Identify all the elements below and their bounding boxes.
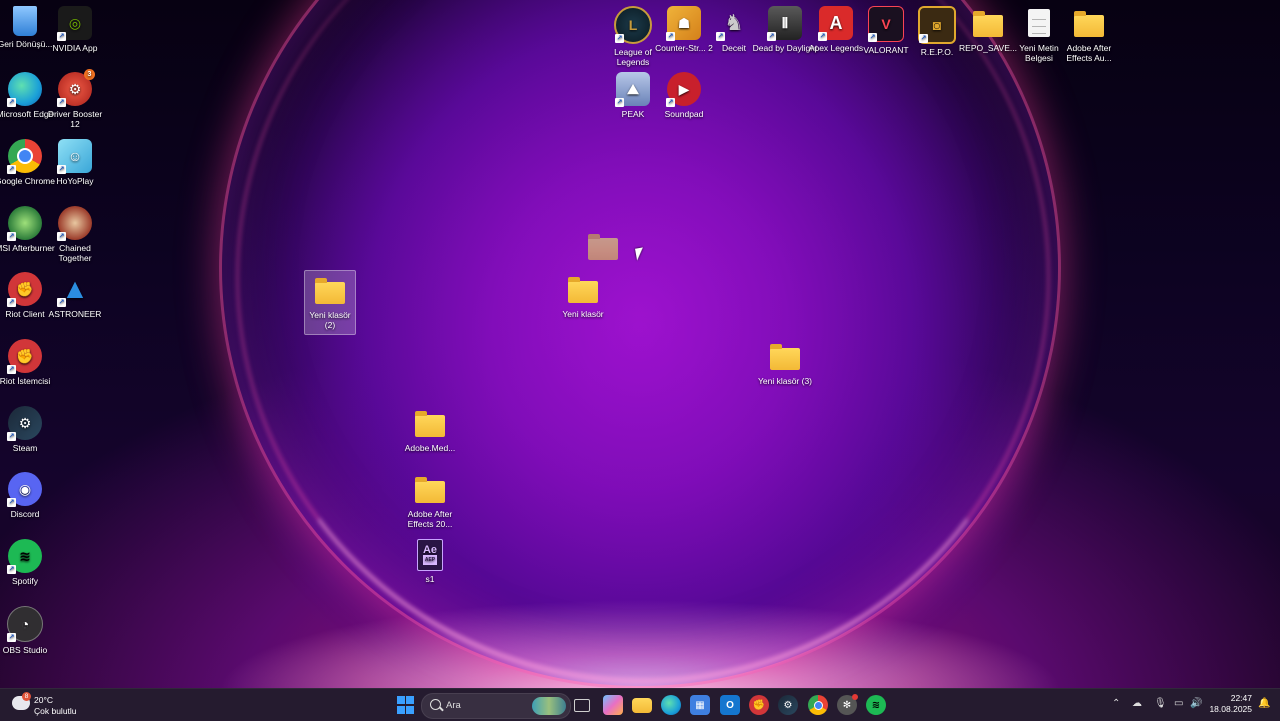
desktop-icon-spotify[interactable]: ≋ ↗ Spotify <box>0 539 58 586</box>
riot-client-icon: ✊ ↗ <box>7 272 42 307</box>
file-explorer-button[interactable] <box>632 698 652 713</box>
edge-taskbar-button[interactable] <box>661 695 681 715</box>
riot-taskbar-button[interactable]: ✊ <box>749 695 769 715</box>
folder-icon <box>566 272 600 306</box>
astroneer-icon: ▲ ↗ <box>57 273 89 307</box>
aep-file-icon: Ae AEP <box>417 539 443 571</box>
folder-icon <box>586 229 620 263</box>
steam-icon: ⚙ <box>783 699 793 711</box>
valorant-icon: V ↗ <box>868 6 904 42</box>
msi-afterburner-icon: ↗ <box>7 206 42 241</box>
desktop-icon-after-effects-folder[interactable]: Adobe After Effects Au... <box>1056 6 1122 63</box>
chevron-up-icon[interactable]: ⌃ <box>1112 698 1120 709</box>
league-of-legends-icon: L ↗ <box>614 6 652 44</box>
start-icon <box>396 695 405 704</box>
folder-icon <box>413 406 447 440</box>
folder-icon <box>313 273 347 307</box>
chatgpt-button[interactable]: ✻ <box>837 694 858 715</box>
desktop-icon-yeni-klasor[interactable]: Yeni klasör <box>550 272 616 319</box>
copilot-button[interactable] <box>603 695 623 715</box>
edge-icon: ↗ <box>7 72 42 107</box>
search-placeholder: Ara <box>446 700 461 711</box>
desktop-background[interactable]: Geri Dönüşü... ↗ Microsoft Edge ↗ Google… <box>0 0 1280 688</box>
outlook-icon: O <box>726 699 734 711</box>
soundpad-icon: ▶ ↗ <box>666 72 701 107</box>
nvidia-icon: ◎ ↗ <box>57 6 92 41</box>
text-document-icon <box>1022 6 1056 40</box>
spotify-icon: ≋ ↗ <box>7 539 42 574</box>
desktop-icon-astroneer[interactable]: ▲ ↗ ASTRONEER <box>42 272 108 320</box>
search-box[interactable]: Ara <box>421 693 571 719</box>
clock[interactable]: 22:47 18.08.2025 <box>1208 693 1252 715</box>
desktop-icon-chained-together[interactable]: ↗ Chained Together <box>42 206 108 263</box>
folder-icon <box>768 339 802 373</box>
microphone-icon[interactable]: 🎙 <box>1154 698 1167 709</box>
desktop-icon-adobe-after-effects-20[interactable]: Adobe After Effects 20... <box>397 472 463 529</box>
hoyoplay-icon: ☺ ↗ <box>57 139 92 174</box>
microsoft-store-button[interactable]: ▦ <box>690 695 710 715</box>
clock-date: 18.08.2025 <box>1209 704 1252 714</box>
outlook-button[interactable]: O <box>720 695 740 715</box>
desktop-icon-obs-studio[interactable]: ◔ ↗ OBS Studio <box>0 606 58 655</box>
chrome-icon: ↗ <box>7 139 42 174</box>
recycle-bin-icon <box>13 6 37 36</box>
microsoft-store-icon: ▦ <box>695 699 705 711</box>
desktop-icon-steam[interactable]: ⚙ ↗ Steam <box>0 406 58 453</box>
spotify-icon: ≋ <box>871 699 881 711</box>
task-view-button[interactable] <box>574 699 590 712</box>
apex-legends-icon: A ↗ <box>818 6 853 41</box>
repo-icon: ◙ ↗ <box>918 6 956 44</box>
taskbar: 8 20°C Çok bulutlu Ara ▦ O ✊ ⚙ ✻ ≋ ⌃ ☁ 🎙… <box>0 688 1280 721</box>
search-highlight-art <box>532 697 566 715</box>
dragging-folder-ghost <box>570 229 636 266</box>
chrome-taskbar-button[interactable] <box>808 695 828 715</box>
desktop-icon-adobe-med[interactable]: Adobe.Med... <box>397 406 463 453</box>
desktop-icon-nvidia-app[interactable]: ◎ ↗ NVIDIA App <box>42 6 108 53</box>
deceit-icon: ♞ ↗ <box>716 10 744 41</box>
desktop-icon-riot-istemcisi[interactable]: ✊ ↗ Riot İstemcisi <box>0 339 58 386</box>
riot-client-icon: ✊ <box>752 699 766 711</box>
steam-icon: ⚙ ↗ <box>7 406 42 441</box>
peak-icon: ⛰ ↗ <box>615 72 650 107</box>
weather-temp: 20°C <box>34 695 53 705</box>
onedrive-icon[interactable]: ☁ <box>1132 698 1142 709</box>
notification-badge: 3 <box>84 69 95 80</box>
notification-dot <box>852 694 858 700</box>
chatgpt-icon: ✻ <box>842 699 852 711</box>
network-icon[interactable]: ▭ <box>1174 698 1183 709</box>
obs-icon: ◔ ↗ <box>7 606 43 642</box>
chrome-icon <box>813 700 823 710</box>
spotify-taskbar-button[interactable]: ≋ <box>866 695 886 715</box>
desktop-icon-discord[interactable]: ◉ ↗ Discord <box>0 472 58 519</box>
steam-taskbar-button[interactable]: ⚙ <box>778 695 798 715</box>
desktop-icon-hoyoplay[interactable]: ☺ ↗ HoYoPlay <box>42 139 108 186</box>
weather-badge: 8 <box>22 692 31 701</box>
driver-booster-icon: ⚙ 3 ↗ <box>57 69 95 107</box>
clock-time: 22:47 <box>1230 693 1252 703</box>
notification-icon[interactable]: 🔔 <box>1258 698 1270 709</box>
counter-strike-icon: ☗ ↗ <box>666 6 701 41</box>
folder-icon <box>971 6 1005 40</box>
folder-icon <box>413 472 447 506</box>
speaker-icon[interactable]: 🔊 <box>1190 698 1202 709</box>
desktop-icon-yeni-klasor-3[interactable]: Yeni klasör (3) <box>752 339 818 386</box>
riot-client-icon: ✊ ↗ <box>7 339 42 374</box>
chained-together-icon: ↗ <box>57 206 92 241</box>
weather-desc: Çok bulutlu <box>34 706 77 716</box>
desktop-icon-yeni-klasor-2[interactable]: Yeni klasör (2) <box>304 270 356 335</box>
search-icon <box>430 699 441 710</box>
desktop-icon-soundpad[interactable]: ▶ ↗ Soundpad <box>651 72 717 119</box>
start-button[interactable] <box>395 695 415 715</box>
discord-icon: ◉ ↗ <box>7 472 42 507</box>
desktop-icon-driver-booster[interactable]: ⚙ 3 ↗ Driver Booster 12 <box>42 69 108 129</box>
dead-by-daylight-icon: ⫴ ↗ <box>767 6 802 41</box>
desktop-icon-s1-aep[interactable]: Ae AEP s1 <box>397 539 463 584</box>
folder-icon <box>1072 6 1106 40</box>
